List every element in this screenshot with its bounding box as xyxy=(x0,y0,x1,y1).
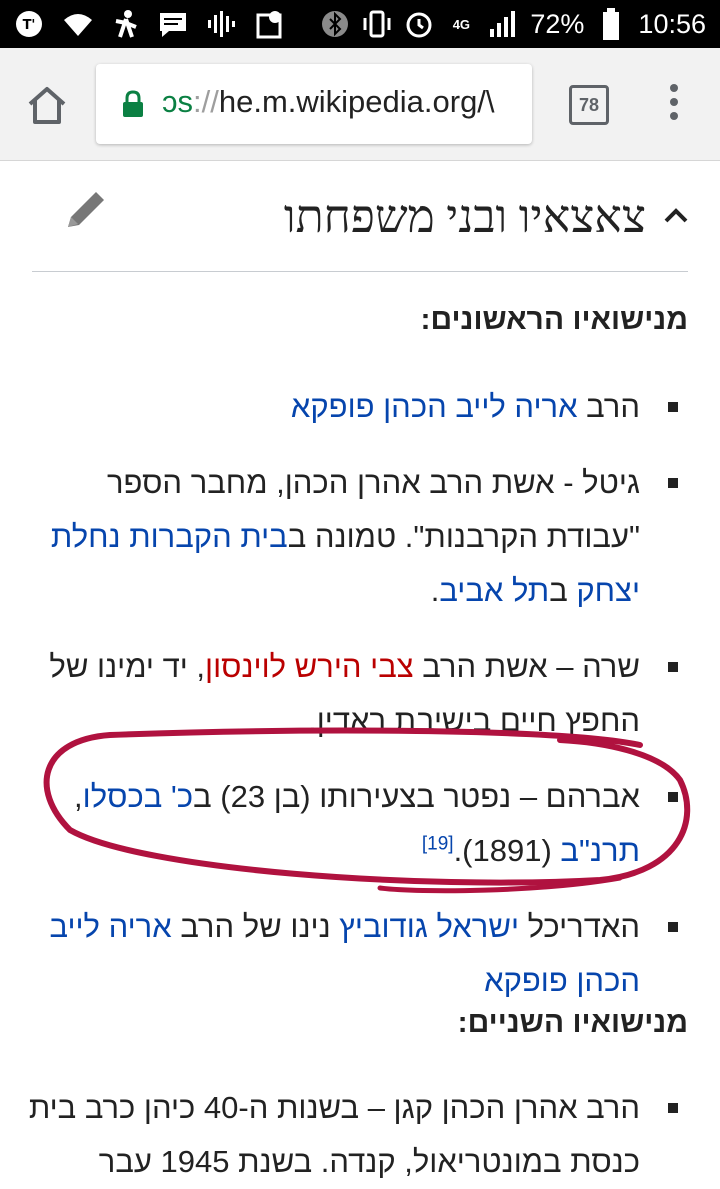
edit-pencil-icon[interactable] xyxy=(62,187,112,233)
url-scheme: ɔs xyxy=(162,84,193,119)
list-item: גיטל - אשת הרב אהרן הכהן, מחבר הספר "עבו… xyxy=(28,456,688,618)
second-marriage-list: הרב אהרן הכהן קגן – בשנות ה-40 כיהן כרב … xyxy=(28,1081,688,1189)
section-title: צאצאיו ובני משפחתו xyxy=(283,190,646,242)
list-item: שרה – אשת הרב צבי הירש לוינסון, יד ימינו… xyxy=(28,640,688,748)
app-icon: T' xyxy=(14,9,44,39)
link-year[interactable]: תרנ"ב xyxy=(560,833,640,868)
voicemail-icon xyxy=(206,9,236,39)
url-host: he.m.wikipedia.org/\ xyxy=(218,84,495,119)
alarm-icon xyxy=(404,9,434,39)
item-text: נינו של הרב xyxy=(171,909,340,944)
item-text: האדריכל xyxy=(519,909,640,944)
svg-text:T': T' xyxy=(23,18,36,33)
redlink-tzvi-hirsch[interactable]: צבי הירש לוינסון xyxy=(205,649,414,684)
status-bar: T' 4G 72% 10:56 xyxy=(0,0,720,48)
battery-icon xyxy=(596,8,626,40)
chevron-up-icon[interactable] xyxy=(662,202,690,230)
item-text: (1891). xyxy=(453,833,561,868)
battery-percent: 72% xyxy=(530,8,585,39)
subheading-second-marriage: מנישואיו השניים: xyxy=(457,1006,688,1039)
link-aryeh-leib[interactable]: אריה לייב הכהן פופקא xyxy=(291,389,578,424)
browser-toolbar: ɔs://he.m.wikipedia.org/\ 78 xyxy=(0,48,720,161)
item-text: הרב xyxy=(577,389,640,424)
list-item: אברהם – נפטר בצעירותו (בן 23) בכ' בכסלו,… xyxy=(28,770,688,878)
list-item: הרב אריה לייב הכהן פופקא xyxy=(28,380,688,434)
section-heading[interactable]: צאצאיו ובני משפחתו xyxy=(284,186,690,246)
tab-switcher-button[interactable]: 78 xyxy=(569,85,609,125)
reference-link[interactable]: [19] xyxy=(422,834,454,855)
network-type: 4G xyxy=(452,16,471,32)
item-text: שרה – אשת הרב xyxy=(413,649,640,684)
walk-icon xyxy=(110,9,140,39)
signal-icon xyxy=(488,9,518,39)
home-icon[interactable] xyxy=(22,80,72,130)
lock-icon xyxy=(122,90,144,118)
subheading-first-marriage: מנישואיו הראשונים: xyxy=(420,303,689,336)
article-content: צאצאיו ובני משפחתו מנישואיו הראשונים: הר… xyxy=(0,161,720,1184)
url-separator: :// xyxy=(193,84,219,119)
item-text: ב xyxy=(549,573,577,608)
clock: 10:56 xyxy=(638,8,706,39)
overflow-menu-icon[interactable] xyxy=(664,84,684,124)
message-icon xyxy=(158,9,188,39)
item-text: , xyxy=(74,779,83,814)
maps-icon xyxy=(254,9,284,39)
url-bar[interactable]: ɔs://he.m.wikipedia.org/\ xyxy=(96,64,532,144)
vibrate-icon xyxy=(362,9,392,39)
bluetooth-icon xyxy=(320,9,350,39)
item-text: אברהם – נפטר בצעירותו (בן 23) ב xyxy=(193,779,640,814)
section-divider xyxy=(32,271,688,272)
list-item: האדריכל ישראל גודוביץ נינו של הרב אריה ל… xyxy=(28,900,688,1008)
link-kislev[interactable]: כ' בכסלו xyxy=(83,779,193,814)
wifi-icon xyxy=(62,9,92,39)
link-tel-aviv[interactable]: תל אביב xyxy=(439,573,549,608)
url-text: ɔs://he.m.wikipedia.org/\ xyxy=(162,84,495,120)
first-marriage-list: הרב אריה לייב הכהן פופקא גיטל - אשת הרב … xyxy=(28,380,688,1008)
list-item: הרב אהרן הכהן קגן – בשנות ה-40 כיהן כרב … xyxy=(28,1081,688,1189)
link-yisrael-gudovitz[interactable]: ישראל גודוביץ xyxy=(339,909,519,944)
item-text: הרב אהרן הכהן קגן – בשנות ה-40 כיהן כרב … xyxy=(28,1090,640,1179)
